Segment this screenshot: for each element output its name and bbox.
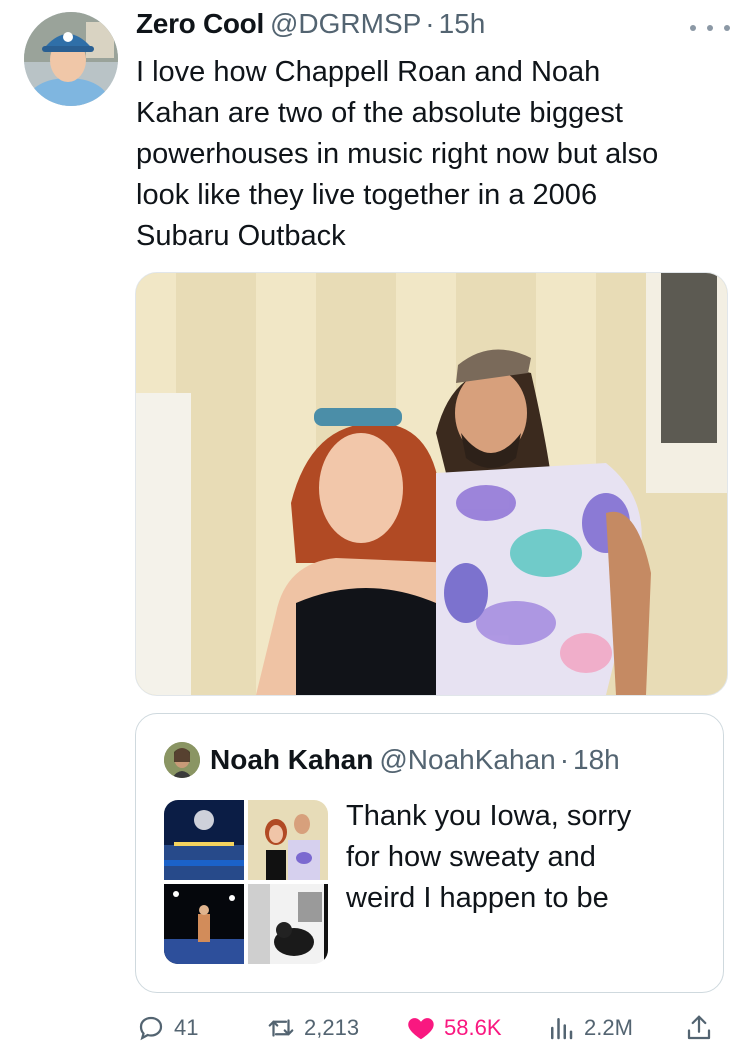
author-avatar[interactable] (24, 12, 118, 106)
share-icon (687, 1015, 711, 1040)
views-chart-icon (551, 1018, 573, 1040)
quoted-tweet[interactable]: Noah Kahan @NoahKahan · 18h Thank you Io… (135, 713, 724, 993)
tweet[interactable]: Zero Cool @DGRMSP · 15h I love how Chappell… (0, 0, 750, 1056)
like-count: 58.6K (444, 1015, 502, 1040)
tweet-photo[interactable] (135, 272, 728, 696)
retweet-count: 2,213 (304, 1015, 360, 1040)
quoted-media-grid[interactable] (164, 800, 328, 964)
action-bar: 41 2,213 58.6K 2.2M (136, 1008, 736, 1048)
quoted-image-bw-dog[interactable] (248, 884, 328, 964)
quoted-author-avatar[interactable] (164, 742, 200, 778)
author-handle[interactable]: @DGRMSP (270, 8, 421, 39)
more-options-icon[interactable] (690, 18, 730, 38)
views-count: 2.2M (584, 1015, 633, 1040)
quoted-image-performer[interactable] (164, 884, 244, 964)
tweet-text: I love how Chappell Roan and Noah Kahan … (136, 56, 659, 252)
retweet-button[interactable]: 2,213 (266, 1008, 359, 1048)
quoted-tweet-timestamp[interactable]: 18h (573, 744, 620, 775)
tweet-header: Zero Cool @DGRMSP · 15h (136, 8, 730, 48)
heart-icon (408, 1018, 434, 1040)
quoted-tweet-text: Thank you Iowa, sorry for how sweaty and… (346, 800, 632, 914)
separator-dot: · (425, 8, 435, 39)
reply-count: 41 (174, 1015, 199, 1040)
quoted-tweet-header: Noah Kahan @NoahKahan · 18h (164, 742, 620, 782)
reply-button[interactable]: 41 (136, 1008, 198, 1048)
views-button[interactable]: 2.2M (546, 1008, 633, 1048)
author-name[interactable]: Zero Cool (136, 8, 264, 39)
like-button[interactable]: 58.6K (406, 1008, 502, 1048)
share-button[interactable] (684, 1008, 714, 1048)
quoted-image-concert-stage[interactable] (164, 800, 244, 880)
tweet-timestamp[interactable]: 15h (439, 8, 486, 39)
retweet-icon (268, 1019, 294, 1037)
reply-icon (139, 1016, 163, 1041)
quoted-author-name[interactable]: Noah Kahan (210, 744, 373, 775)
quoted-image-duo-photo[interactable] (248, 800, 328, 880)
quoted-separator-dot: · (559, 744, 570, 775)
quoted-author-handle[interactable]: @NoahKahan (379, 744, 555, 775)
